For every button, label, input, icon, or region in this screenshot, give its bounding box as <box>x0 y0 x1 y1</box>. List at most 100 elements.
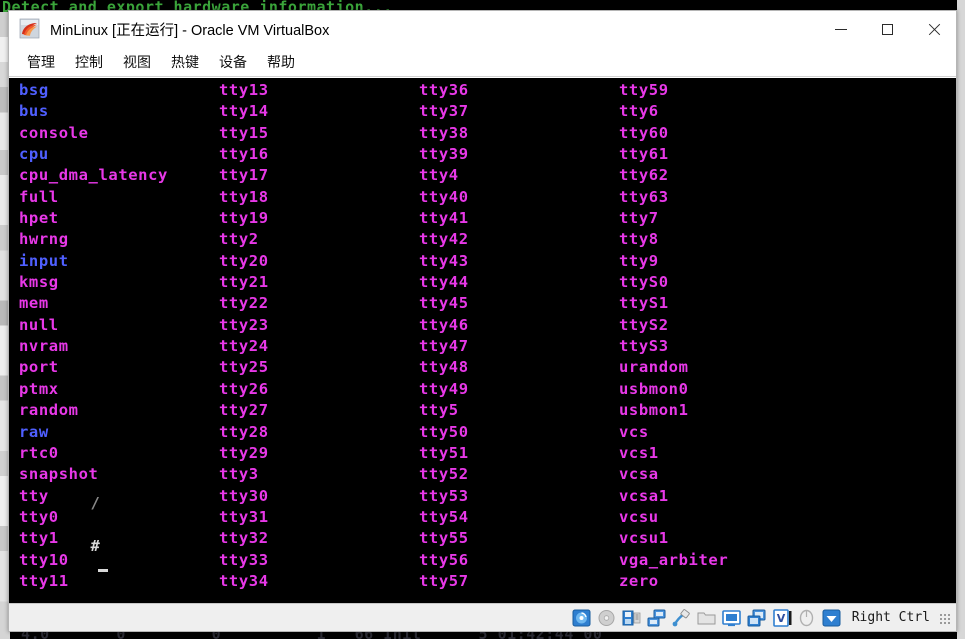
terminal-entry: tty24 <box>219 337 269 356</box>
terminal-entry: tty8 <box>619 230 659 249</box>
resize-grip[interactable] <box>938 611 950 624</box>
terminal-entry: usbmon0 <box>619 379 689 398</box>
virtualbox-icon <box>19 18 41 40</box>
terminal-entry: vcs <box>619 422 649 441</box>
terminal-entry: tty43 <box>419 251 469 270</box>
terminal-entry: port <box>19 358 59 377</box>
terminal-entry: vcs1 <box>619 443 659 462</box>
terminal-prompt: / # <box>11 472 110 600</box>
terminal-entry: tty63 <box>619 187 669 206</box>
terminal-entry: tty23 <box>219 315 269 334</box>
terminal-entry: tty20 <box>219 251 269 270</box>
terminal-entry: cpu_dma_latency <box>19 166 168 185</box>
terminal-entry: tty16 <box>219 145 269 164</box>
background-right-strip <box>957 0 965 639</box>
terminal-entry: tty9 <box>619 251 659 270</box>
menu-item-control[interactable]: 控制 <box>65 49 113 75</box>
terminal-entry: tty44 <box>419 273 469 292</box>
terminal-entry: tty2 <box>219 230 259 249</box>
terminal-entry: tty19 <box>219 209 269 228</box>
terminal-entry: input <box>19 251 69 270</box>
terminal-entry: tty26 <box>219 379 269 398</box>
terminal-entry: vga_arbiter <box>619 550 729 569</box>
virtualbox-vm-window: MinLinux [正在运行] - Oracle VM VirtualBox 管… <box>8 10 957 632</box>
terminal-output: bsg bus console cpu cpu_dma_latency full hpet h… <box>11 78 956 603</box>
terminal-entry: tty5 <box>419 401 459 420</box>
vm-features-icon[interactable]: V <box>771 608 792 628</box>
terminal-entry: tty6 <box>619 102 659 121</box>
terminal-entry: tty31 <box>219 507 269 526</box>
terminal-entry: nvram <box>19 337 69 356</box>
terminal-entry: vcsu1 <box>619 529 669 548</box>
terminal-entry: tty33 <box>219 550 269 569</box>
terminal-entry: tty39 <box>419 145 469 164</box>
terminal-entry: tty4 <box>419 166 459 185</box>
mouse-integration-icon[interactable] <box>796 608 817 628</box>
window-titlebar[interactable]: MinLinux [正在运行] - Oracle VM VirtualBox <box>9 11 956 47</box>
terminal-entry: tty22 <box>219 294 269 313</box>
terminal-entry: tty3 <box>219 465 259 484</box>
minimize-button[interactable] <box>818 11 864 47</box>
network-icon[interactable] <box>646 608 667 628</box>
terminal-entry: tty52 <box>419 465 469 484</box>
menu-item-hotkey[interactable]: 热键 <box>161 49 209 75</box>
display-icon[interactable] <box>721 608 742 628</box>
floppy-disk-icon[interactable] <box>621 608 642 628</box>
terminal-entry: ttyS0 <box>619 273 669 292</box>
terminal-entry: tty29 <box>219 443 269 462</box>
terminal-entry: tty47 <box>419 337 469 356</box>
terminal-entry: tty37 <box>419 102 469 121</box>
terminal-entry: mem <box>19 294 49 313</box>
optical-disk-icon[interactable] <box>596 608 617 628</box>
terminal-entry: ttyS3 <box>619 337 669 356</box>
terminal-cursor <box>98 569 109 573</box>
shared-folder-icon[interactable] <box>696 608 717 628</box>
terminal-entry: tty34 <box>219 571 269 590</box>
hard-disk-icon[interactable] <box>571 608 592 628</box>
terminal-entry: urandom <box>619 358 689 377</box>
menu-item-view[interactable]: 视图 <box>113 49 161 75</box>
terminal-entry: vcsa <box>619 465 659 484</box>
close-button[interactable] <box>910 11 956 47</box>
terminal-entry: tty49 <box>419 379 469 398</box>
terminal-column-2: tty13 tty14 tty15 tty16 tty17 tty18 tty19 tty2 t… <box>219 80 269 592</box>
prompt-path: / <box>90 494 101 513</box>
terminal-entry: ptmx <box>19 379 59 398</box>
terminal-entry: console <box>19 123 89 142</box>
terminal-column-4: tty59 tty6 tty60 tty61 tty62 tty63 tty7 tty8 tty… <box>619 80 728 592</box>
terminal-entry: full <box>19 187 59 206</box>
terminal-entry: hwrng <box>19 230 69 249</box>
terminal-entry: rtc0 <box>19 443 59 462</box>
terminal-entry: tty15 <box>219 123 269 142</box>
terminal-entry: vcsa1 <box>619 486 669 505</box>
terminal-entry: tty18 <box>219 187 269 206</box>
terminal-entry: tty60 <box>619 123 669 142</box>
menu-item-manage[interactable]: 管理 <box>17 49 65 75</box>
terminal-entry: tty7 <box>619 209 659 228</box>
maximize-button[interactable] <box>864 11 910 47</box>
svg-text:V: V <box>776 612 785 625</box>
terminal-entry: tty41 <box>419 209 469 228</box>
terminal-entry: bus <box>19 102 49 121</box>
terminal-entry: usbmon1 <box>619 401 689 420</box>
terminal-entry: tty53 <box>419 486 469 505</box>
menu-item-help[interactable]: 帮助 <box>257 49 305 75</box>
terminal-entry: tty32 <box>219 529 269 548</box>
terminal-entry: tty51 <box>419 443 469 462</box>
video-capture-icon[interactable] <box>746 608 767 628</box>
terminal-entry: tty61 <box>619 145 669 164</box>
host-key-icon[interactable] <box>821 608 842 628</box>
guest-screen[interactable]: bsg bus console cpu cpu_dma_latency full hpet h… <box>9 77 956 603</box>
usb-icon[interactable] <box>671 608 692 628</box>
terminal-entry: tty40 <box>419 187 469 206</box>
terminal-entry: tty25 <box>219 358 269 377</box>
menu-item-devices[interactable]: 设备 <box>209 49 257 75</box>
minimize-icon <box>835 28 847 30</box>
terminal-entry: tty30 <box>219 486 269 505</box>
terminal-entry: zero <box>619 571 659 590</box>
terminal-entry: tty38 <box>419 123 469 142</box>
terminal-entry: tty28 <box>219 422 269 441</box>
terminal-entry: cpu <box>19 145 49 164</box>
terminal-entry: null <box>19 315 59 334</box>
terminal-entry: raw <box>19 422 49 441</box>
